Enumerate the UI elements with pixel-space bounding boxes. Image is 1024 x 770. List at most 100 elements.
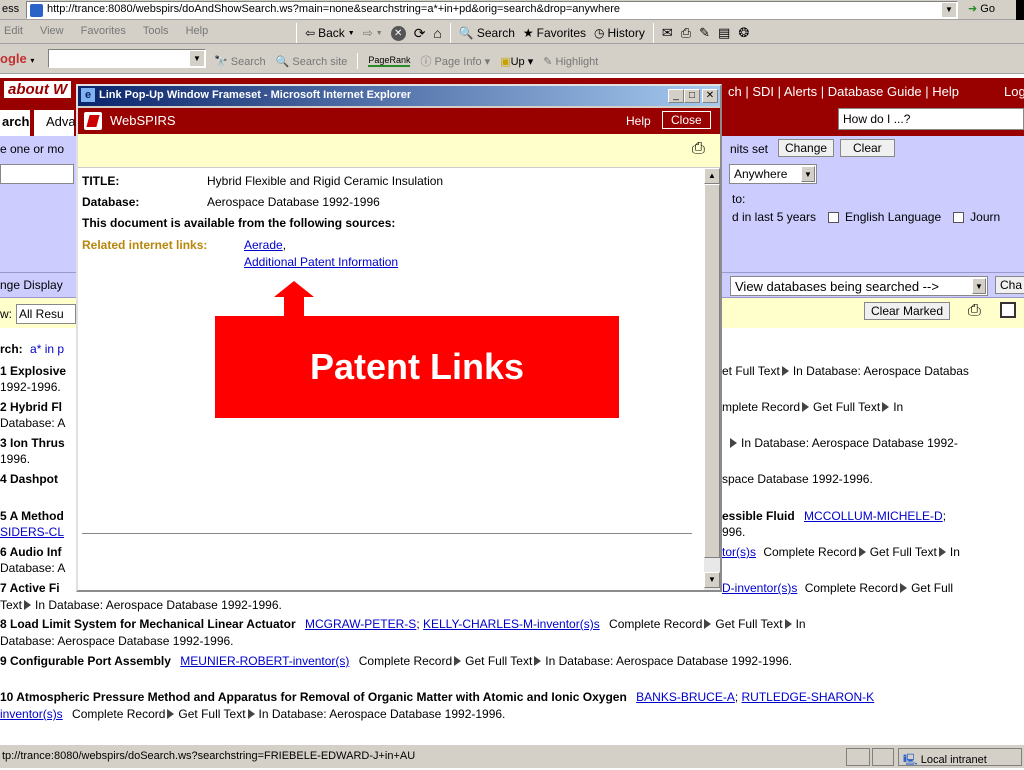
result-8-title[interactable]: 8 Load Limit System for Mechanical Linea… [0,617,296,631]
patent-info-link[interactable]: Additional Patent Information [244,255,398,269]
address-input[interactable]: http://trance:8080/webspirs/doAndShowSea… [26,1,958,19]
get-full-text-link[interactable]: Get Full Text [715,617,782,631]
menu-favorites[interactable]: Favorites [81,25,126,37]
scroll-down-button[interactable]: ▼ [704,572,720,588]
save-icon[interactable] [1000,302,1016,318]
get-full-text-link[interactable]: Get Full Text [178,707,245,721]
result-9-title[interactable]: 9 Configurable Port Assembly [0,654,171,668]
print-icon[interactable]: ⎙ [692,140,705,158]
favorites-button[interactable]: ★ Favorites [523,26,586,40]
get-full-text-link[interactable]: et Full Text [722,364,780,378]
refresh-icon[interactable]: ⟳ [414,25,426,42]
author-link[interactable]: MCGRAW-PETER-S [305,617,416,631]
discuss-icon[interactable]: ▤ [718,25,730,41]
view-select[interactable]: All Resu [16,304,76,324]
print-icon[interactable]: ⎙ [681,25,691,41]
mail-icon[interactable]: ✉ [662,25,673,41]
chevron-down-icon[interactable]: ▼ [190,51,204,66]
popup-header: WebSPIRS Help Close [78,108,720,134]
get-full-text-link[interactable]: Get Full Text [870,545,937,559]
result-6-title[interactable]: 6 Audio Inf [0,544,62,560]
up-button[interactable]: ▣Up ▾ [500,55,533,68]
result-5-author[interactable]: SIDERS-CL [0,524,64,540]
search-button[interactable]: 🔍 Search [459,26,515,40]
go-button[interactable]: ➜ Go [968,2,995,15]
menu-view[interactable]: View [40,25,64,37]
journal-checkbox[interactable] [953,211,965,223]
inventor-link[interactable]: tor(s)s [722,545,756,559]
popup-close-button[interactable]: Close [662,111,711,129]
inventor-link[interactable]: KELLY-CHARLES-M-inventor(s)s [423,617,600,631]
google-logo: ogle ▾ [0,51,34,66]
forward-button[interactable]: ⇨ ▼ [363,26,383,40]
result-7-title[interactable]: 7 Active Fi [0,580,60,596]
result-3-title[interactable]: 3 Ion Thrus [0,435,65,451]
complete-record-link[interactable]: Complete Record [763,545,856,559]
top-nav[interactable]: ch | SDI | Alerts | Database Guide | Hel… [728,84,959,99]
tab-advanced[interactable]: Adva [34,110,76,136]
search-input[interactable] [0,164,74,184]
back-button[interactable]: ⇦ Back ▼ [305,26,355,40]
complete-record-link[interactable]: Complete Record [359,654,452,668]
scroll-thumb[interactable] [704,184,720,558]
inventor-link[interactable]: inventor(s)s [0,707,63,721]
complete-record-link[interactable]: mplete Record [722,400,800,414]
inventor-link[interactable]: MEUNIER-ROBERT-inventor(s) [180,654,349,668]
home-icon[interactable]: ⌂ [433,25,441,41]
popup-help-link[interactable]: Help [626,114,651,128]
get-full-text-link[interactable]: Get Full [911,581,953,595]
change-limits-button[interactable]: Change [778,139,835,157]
result-1-title[interactable]: 1 Explosive [0,363,66,379]
tab-search[interactable]: arch [0,110,30,136]
google-search-input[interactable]: ▼ [48,49,206,68]
highlight-button[interactable]: ✎ Highlight [543,55,598,68]
status-divider [846,748,870,766]
messenger-icon[interactable]: ❂ [738,25,749,41]
minimize-button[interactable]: _ [668,89,684,103]
get-full-text-link[interactable]: Get Full Text [813,400,880,414]
triangle-icon [704,619,712,629]
author-link[interactable]: RUTLEDGE-SHARON-K [742,690,875,704]
clear-limits-button[interactable]: Clear [840,139,895,157]
top-nav-logout[interactable]: Log [1004,84,1024,99]
popup-scrollbar[interactable]: ▲ ▼ [704,168,720,590]
english-checkbox[interactable] [828,211,840,223]
how-do-i-select[interactable]: How do I ...? [838,108,1024,130]
close-window-button[interactable]: ✕ [702,89,718,103]
history-button[interactable]: ◷ History [594,26,645,40]
menu-tools[interactable]: Tools [143,25,169,37]
get-full-text-link[interactable]: Get Full Text [465,654,532,668]
aerade-link[interactable]: Aerade [244,238,283,252]
popup-titlebar[interactable]: e Link Pop-Up Window Frameset - Microsof… [78,86,720,106]
page-info-button[interactable]: ⓘ Page Info ▾ [420,53,490,69]
toolbar-separator [357,53,359,69]
complete-record-link[interactable]: Complete Record [72,707,165,721]
author-link[interactable]: MCCOLLUM-MICHELE-D [804,509,943,523]
change-display-button[interactable]: nge Display [0,278,63,292]
author-link[interactable]: BANKS-BRUCE-A [636,690,735,704]
menu-help[interactable]: Help [186,25,209,37]
result-2-title[interactable]: 2 Hybrid Fl [0,399,62,415]
edit-icon[interactable]: ✎ [699,25,710,41]
complete-record-link[interactable]: Complete Record [805,581,898,595]
maximize-button[interactable]: □ [684,89,700,103]
chevron-down-icon[interactable]: ▼ [942,3,956,17]
google-search-button[interactable]: 🔭 Search [214,55,266,68]
clear-marked-button[interactable]: Clear Marked [864,302,951,320]
result-5-title[interactable]: 5 A Method [0,508,64,524]
scroll-up-button[interactable]: ▲ [704,168,720,184]
complete-record-link[interactable]: Complete Record [609,617,702,631]
field-select[interactable]: Anywhere ▼ [729,164,817,184]
view-databases-select[interactable]: View databases being searched --> ▼ [730,276,988,296]
cha-button[interactable]: Cha [995,276,1024,294]
print-icon[interactable]: ⎙ [968,302,981,320]
search-summary-value[interactable]: a* in p [30,342,64,356]
result-5-title-tail[interactable]: essible Fluid [722,509,795,523]
stop-icon[interactable]: ✕ [390,25,406,41]
result-4-title[interactable]: 4 Dashpot [0,471,58,487]
get-full-text-link[interactable]: Text [0,598,22,612]
search-site-button[interactable]: 🔍 Search site [276,55,348,68]
menu-edit[interactable]: Edit [4,25,23,37]
inventor-link[interactable]: D-inventor(s)s [722,581,797,595]
result-10-title[interactable]: 10 Atmospheric Pressure Method and Appar… [0,690,627,704]
